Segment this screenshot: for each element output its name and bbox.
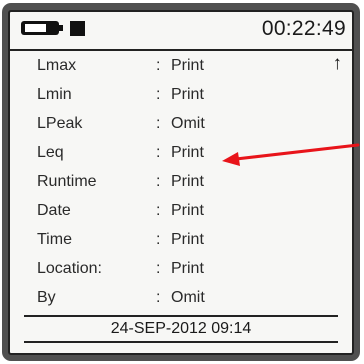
option-separator: : (156, 173, 161, 190)
list-item-lmin[interactable]: Lmin : Print (10, 81, 352, 110)
option-separator: : (156, 231, 161, 248)
option-label: By (37, 289, 56, 306)
list-item-location[interactable]: Location: : Print (10, 255, 352, 284)
option-label: Location: (37, 260, 102, 277)
option-label: Runtime (37, 173, 97, 190)
sound-meter-device: 00:22:49 Lmax : Print ↑ Lmin : Print LPe… (2, 3, 360, 361)
option-separator: : (156, 289, 161, 306)
option-separator: : (156, 260, 161, 277)
option-label: Lmin (37, 86, 72, 103)
footer-datetime: 24-SEP-2012 09:14 (24, 315, 338, 343)
option-separator: : (156, 202, 161, 219)
list-item-leq[interactable]: Leq : Print (10, 139, 352, 168)
option-separator: : (156, 57, 161, 74)
option-value[interactable]: Omit (171, 115, 205, 133)
option-label: Date (37, 202, 71, 219)
option-separator: : (156, 86, 161, 103)
option-separator: : (156, 115, 161, 132)
clock: 00:22:49 (261, 17, 346, 40)
option-value[interactable]: Print (171, 260, 204, 278)
option-label: Lmax (37, 57, 77, 74)
option-value[interactable]: Print (171, 173, 204, 191)
list-item-date[interactable]: Date : Print (10, 197, 352, 226)
option-label: LPeak (37, 115, 83, 132)
option-value[interactable]: Omit (171, 289, 205, 307)
battery-level (25, 24, 46, 32)
option-label: Leq (37, 144, 64, 161)
option-label: Time (37, 231, 72, 248)
option-value[interactable]: Print (171, 86, 204, 104)
list-item-by[interactable]: By : Omit (10, 284, 352, 313)
battery-tip (59, 25, 63, 31)
status-bar: 00:22:49 (10, 12, 352, 51)
print-options-list: Lmax : Print ↑ Lmin : Print LPeak : Omit… (10, 52, 352, 313)
option-value[interactable]: Print (171, 202, 204, 220)
list-item-runtime[interactable]: Runtime : Print (10, 168, 352, 197)
square-icon (70, 21, 85, 36)
option-value[interactable]: Print (171, 231, 204, 249)
scroll-up-arrow-icon: ↑ (332, 53, 343, 74)
lcd-screen: 00:22:49 Lmax : Print ↑ Lmin : Print LPe… (8, 10, 354, 355)
list-item-lpeak[interactable]: LPeak : Omit (10, 110, 352, 139)
option-value[interactable]: Print (171, 144, 204, 162)
list-item-time[interactable]: Time : Print (10, 226, 352, 255)
option-value[interactable]: Print (171, 57, 204, 75)
battery-icon (21, 21, 59, 35)
option-separator: : (156, 144, 161, 161)
list-item-lmax[interactable]: Lmax : Print ↑ (10, 52, 352, 81)
